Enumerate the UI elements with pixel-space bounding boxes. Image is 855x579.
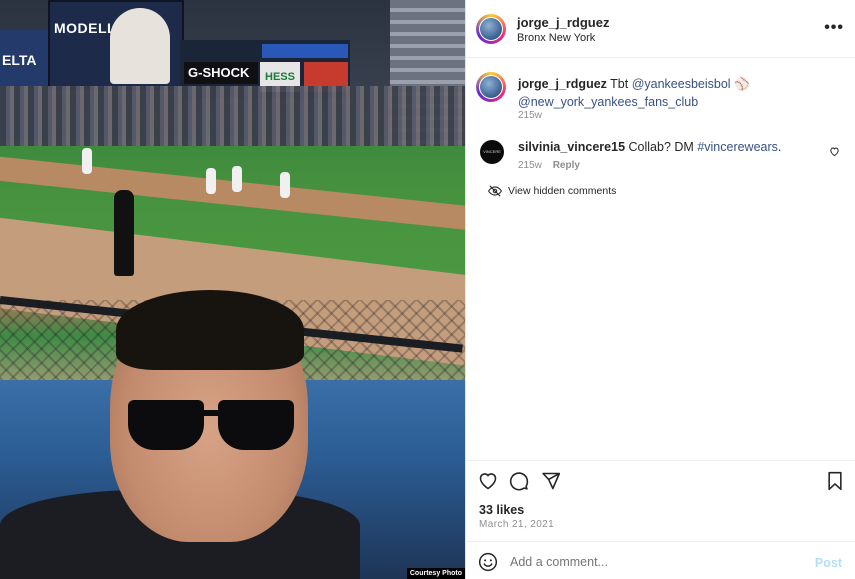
stadium-stands (0, 86, 465, 150)
view-hidden-comments-label: View hidden comments (508, 185, 617, 197)
comment-body: Collab? DM (628, 140, 694, 154)
field-player (206, 168, 216, 194)
heart-icon[interactable] (478, 471, 498, 496)
baseball-emoji: ⚾ (734, 77, 750, 91)
likes-count[interactable]: 33 likes (479, 503, 524, 517)
reply-button[interactable]: Reply (553, 160, 580, 171)
caption-text: jorge_j_rdguez Tbt @yankeesbeisbol ⚾ @ne… (518, 75, 838, 111)
comment-box-divider (466, 541, 855, 542)
comment-timestamp[interactable]: 215w (518, 160, 542, 171)
comment-meta: 215w Reply (518, 160, 580, 171)
caption-timestamp[interactable]: 215w (518, 110, 542, 121)
comment-input[interactable] (510, 555, 780, 569)
caption-body: Tbt (610, 77, 629, 91)
avatar[interactable] (476, 72, 506, 102)
emoji-icon[interactable] (478, 552, 498, 577)
wall-ad-text: ELTA (2, 52, 37, 68)
share-icon[interactable] (541, 471, 561, 496)
hashtag-link[interactable]: #vincerewears (697, 140, 778, 154)
post-header: jorge_j_rdguez Bronx New York ••• (476, 13, 846, 47)
police-officer (114, 190, 134, 276)
post-date[interactable]: March 21, 2021 (479, 519, 554, 530)
avatar[interactable]: VINCERE (480, 140, 504, 164)
caption-username[interactable]: jorge_j_rdguez (518, 77, 607, 91)
comment-username[interactable]: silvinia_vincere15 (518, 140, 625, 154)
field-player (82, 148, 92, 174)
eye-off-icon (487, 185, 503, 197)
avatar[interactable] (476, 14, 506, 44)
view-hidden-comments-button[interactable]: View hidden comments (487, 185, 617, 197)
post-location[interactable]: Bronx New York (517, 32, 595, 44)
post-username[interactable]: jorge_j_rdguez (517, 15, 609, 30)
post-photo[interactable]: ELTA MODELL'S G-SHOCK HESS Courtesy Phot… (0, 0, 465, 579)
photo-credit: Courtesy Photo (406, 568, 465, 579)
more-options-icon[interactable]: ••• (824, 19, 844, 37)
scoreboard-player-image (110, 8, 170, 84)
selfie-hair (116, 290, 304, 370)
mention-link[interactable]: @new_york_yankees_fans_club (518, 95, 698, 109)
post-comment-button[interactable]: Post (815, 556, 842, 570)
post-actions (478, 471, 844, 495)
comment-suffix: . (777, 140, 782, 154)
sunglasses (122, 400, 300, 452)
mention-link[interactable]: @yankeesbeisbol (632, 77, 731, 91)
sunglasses-lens (218, 400, 294, 450)
post-side-panel: jorge_j_rdguez Bronx New York ••• jorge_… (465, 0, 855, 579)
sunglasses-lens (128, 400, 204, 450)
ad-panel (262, 44, 348, 58)
like-comment-icon[interactable] (829, 144, 840, 162)
ad-gshock: G-SHOCK (184, 62, 258, 84)
stadium-scoreboard: MODELL'S (48, 0, 184, 90)
comment-text: silvinia_vincere15 Collab? DM #vincerewe… (518, 140, 781, 154)
add-comment-bar: Post (478, 552, 844, 574)
comment-icon[interactable] (509, 471, 529, 496)
header-divider (466, 57, 855, 58)
field-player (280, 172, 290, 198)
bookmark-icon[interactable] (826, 471, 844, 496)
actions-divider (466, 460, 855, 461)
field-player (232, 166, 242, 192)
